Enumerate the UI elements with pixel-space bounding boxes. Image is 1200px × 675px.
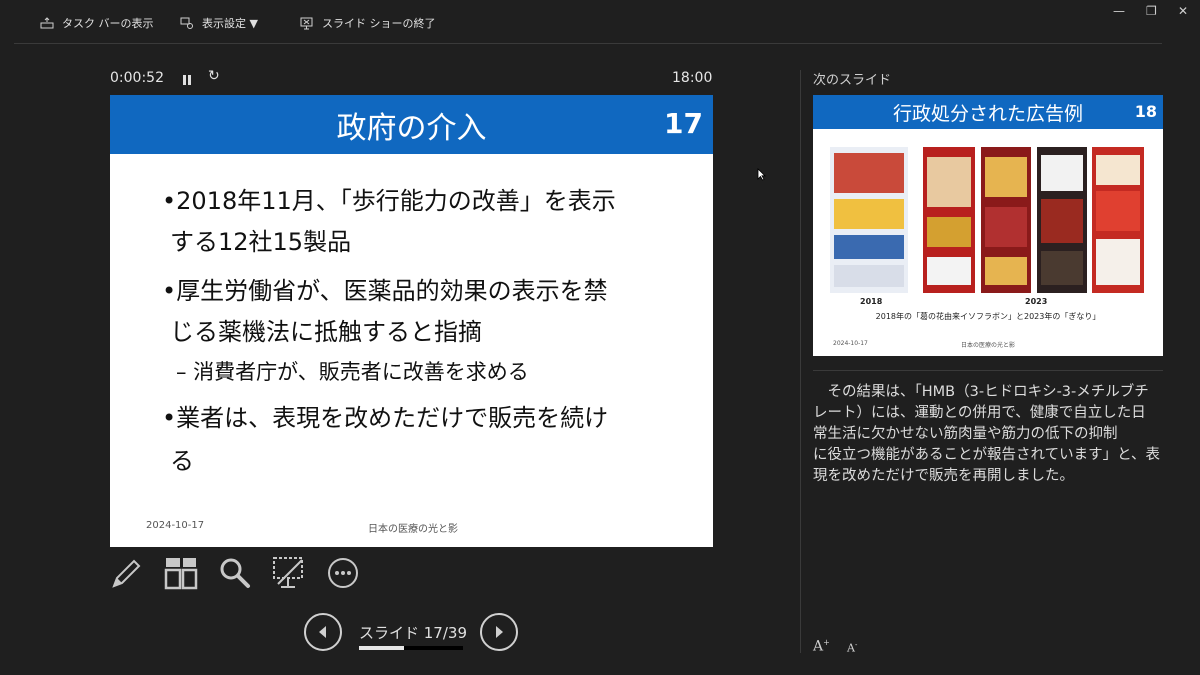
- speaker-notes[interactable]: その結果は、「HMB（3-ヒドロキシ-3-メチルブチ レート）には、運動との併用…: [813, 382, 1168, 487]
- current-slide[interactable]: 政府の介入 17 •2018年11月、「歩行能力の改善」を表示 する12社15製…: [110, 95, 713, 547]
- current-time: 18:00: [672, 70, 713, 86]
- next-slide-year-left: 2018: [860, 297, 883, 306]
- pen-icon: [112, 559, 141, 588]
- bullet-1-line-2: する12社15製品: [170, 228, 352, 256]
- notes-line: に役立つ機能があることが報告されています」と、表: [813, 447, 1160, 463]
- all-slides-icon: [164, 558, 198, 590]
- black-screen-button[interactable]: [272, 556, 306, 590]
- more-options-icon: [328, 558, 358, 588]
- pause-timer-button[interactable]: [182, 71, 192, 90]
- notes-line: その結果は、「HMB（3-ヒドロキシ-3-メチルブチ: [813, 384, 1149, 400]
- display-settings-label: 表示設定 ▼: [202, 17, 258, 30]
- end-slideshow-icon: [300, 17, 314, 30]
- ad-image-2018: [830, 147, 908, 293]
- mouse-cursor-icon: [757, 166, 766, 185]
- sub-bullet: – 消費者庁が、販売者に改善を求める: [176, 360, 529, 384]
- presenter-toolbar: タスク バーの表示 表示設定 ▼ スライド ショーの終了 — ❐ ✕: [0, 0, 1200, 44]
- next-slide-title: 行政処分された広告例: [892, 103, 1083, 125]
- pane-divider[interactable]: [800, 70, 801, 653]
- bullet-3-line-1: •業者は、表現を改めただけで販売を続け: [162, 404, 609, 432]
- next-slide-footer: 日本の医療の光と影: [961, 342, 1016, 349]
- pen-tool-button[interactable]: [110, 556, 144, 590]
- display-settings-icon: [180, 17, 194, 30]
- presenter-tools: [110, 556, 370, 592]
- slide-date: 2024-10-17: [146, 520, 205, 531]
- slide-progress-fill: [359, 646, 405, 650]
- next-slide-year-right: 2023: [1025, 297, 1048, 306]
- bullet-2-line-1: •厚生労働省が、医薬品的効果の表示を禁: [162, 277, 608, 305]
- display-settings-button[interactable]: 表示設定 ▼: [180, 15, 258, 31]
- more-options-button[interactable]: [326, 556, 360, 590]
- next-slide-date: 2024-10-17: [833, 340, 868, 347]
- next-slide-number: 18: [1134, 102, 1157, 121]
- next-slide-caption: 2018年の「葛の花由来イソフラボン」と2023年の「ぎなり」: [875, 312, 1101, 321]
- notes-line: 現を改めただけで販売を再開しました。: [813, 468, 1074, 484]
- notes-line: 常生活に欠かせない筋肉量や筋力の低下の抑制: [813, 426, 1118, 442]
- next-slide-label: 次のスライド: [813, 73, 892, 88]
- end-slideshow-button[interactable]: スライド ショーの終了: [300, 15, 436, 31]
- increase-font-icon: A: [813, 638, 824, 655]
- decrease-font-icon: A: [847, 641, 855, 655]
- black-screen-icon: [273, 557, 303, 588]
- pause-icon: [183, 75, 191, 85]
- previous-arrow-icon: [319, 626, 326, 638]
- toolbar-divider: [14, 43, 1162, 44]
- bullet-2-line-2: じる薬機法に抵触すると指摘: [170, 318, 482, 346]
- notes-line: レート）には、運動との併用で、健康で自立した日: [813, 405, 1146, 421]
- slide-footer: 日本の医療の光と影: [368, 524, 458, 535]
- slide-title: 政府の介入: [336, 111, 487, 146]
- slide-counter[interactable]: スライド 17/39: [359, 622, 467, 643]
- reset-timer-button[interactable]: ↻: [208, 68, 220, 84]
- slide-title-bar: 政府の介入 17: [110, 95, 713, 154]
- bullet-3-line-2: る: [170, 447, 194, 475]
- ad-image-2023-4: [1092, 147, 1144, 293]
- show-taskbar-button[interactable]: タスク バーの表示: [40, 15, 154, 31]
- next-slide-title-bar: 行政処分された広告例 18: [813, 95, 1163, 129]
- slide-number: 17: [664, 107, 703, 140]
- zoom-icon: [220, 558, 250, 588]
- minimize-button[interactable]: —: [1113, 4, 1125, 18]
- restore-button[interactable]: ❐: [1146, 4, 1157, 18]
- taskbar-icon: [40, 17, 54, 29]
- next-arrow-icon: [496, 626, 503, 638]
- slide-progress-bar: [359, 646, 463, 650]
- ad-image-2023-3: [1037, 147, 1087, 293]
- ad-image-2023-2: [981, 147, 1031, 293]
- zoom-button[interactable]: [218, 556, 252, 590]
- see-all-slides-button[interactable]: [164, 556, 198, 590]
- next-slide-button[interactable]: [480, 613, 518, 651]
- end-slideshow-label: スライド ショーの終了: [322, 17, 436, 30]
- close-button[interactable]: ✕: [1178, 4, 1188, 18]
- previous-slide-button[interactable]: [304, 613, 342, 651]
- show-taskbar-label: タスク バーの表示: [62, 17, 154, 30]
- elapsed-timer: 0:00:52: [110, 70, 164, 86]
- bullet-1-line-1: •2018年11月、「歩行能力の改善」を表示: [162, 187, 616, 215]
- ad-image-2023-1: [923, 147, 975, 293]
- decrease-font-size-button[interactable]: A-: [847, 641, 857, 655]
- increase-font-size-button[interactable]: A+: [813, 638, 830, 655]
- next-slide-preview[interactable]: 行政処分された広告例 18 2018 2023 2018年の「葛の花由来イソフラ…: [813, 95, 1163, 356]
- notes-divider: [813, 370, 1163, 371]
